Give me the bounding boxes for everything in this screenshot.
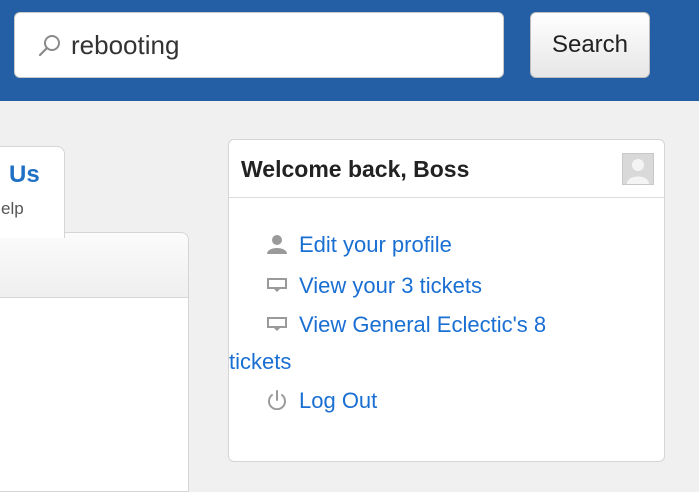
welcome-card: Welcome back, Boss Edit your profile Vie… [228, 139, 665, 462]
log-out-link[interactable]: Log Out [265, 380, 655, 421]
partial-panel-header [0, 233, 188, 298]
log-out-label: Log Out [299, 388, 378, 413]
search-box[interactable] [14, 12, 504, 78]
user-icon [267, 235, 287, 254]
partial-tab-title: Us [9, 161, 40, 188]
search-icon [38, 35, 60, 57]
partial-tab[interactable]: Us elp [0, 146, 65, 238]
avatar[interactable] [622, 153, 654, 185]
view-my-tickets-link[interactable]: View your 3 tickets [265, 265, 655, 306]
welcome-title: Welcome back, Boss [241, 156, 470, 182]
search-button[interactable]: Search [530, 12, 650, 78]
edit-profile-label: Edit your profile [299, 232, 452, 257]
avatar-placeholder-icon [623, 154, 653, 184]
search-input[interactable] [71, 25, 491, 65]
power-icon [268, 390, 286, 410]
welcome-header: Welcome back, Boss [229, 140, 664, 198]
account-menu: Edit your profile View your 3 tickets Vi… [229, 224, 655, 421]
edit-profile-link[interactable]: Edit your profile [265, 224, 655, 265]
partial-tab-subtitle: elp [1, 199, 24, 218]
view-org-tickets-label-line1: View General Eclectic's 8 [299, 312, 547, 337]
view-my-tickets-label: View your 3 tickets [299, 273, 483, 298]
ticket-icon [267, 278, 287, 292]
ticket-icon [267, 317, 287, 331]
partial-content-panel [0, 232, 189, 492]
view-org-tickets-link[interactable]: View General Eclectic's 8 tickets [229, 306, 655, 380]
top-search-bar: Search [0, 0, 699, 101]
view-org-tickets-label-line2: tickets [229, 349, 292, 374]
